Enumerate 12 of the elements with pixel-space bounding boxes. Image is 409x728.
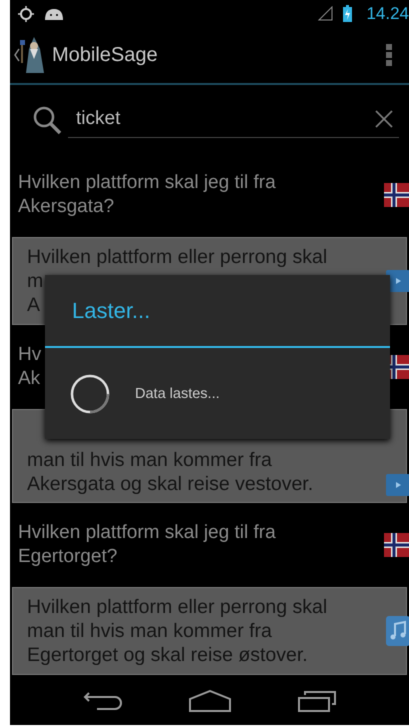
answer-text: A [27,292,40,317]
dialog-title: Laster... [72,298,150,324]
dialog-message: Data lastes... [135,386,220,402]
answer-text: Akersgata og skal reise vestover. [27,472,314,496]
clock: 14.24 [366,4,409,24]
answer-text: m [27,268,44,293]
answer-text: man til hvis man kommer fra [27,448,272,472]
app-title: MobileSage [52,44,159,67]
answer-text: Egertorget og skal reise østover. [27,642,308,667]
answer-text: Hvilken plattform eller perrong skal [27,594,328,619]
answer-text: Hvilken plattform eller perrong skal [27,244,328,269]
answer-text: man til hvis man kommer fra [27,618,272,643]
